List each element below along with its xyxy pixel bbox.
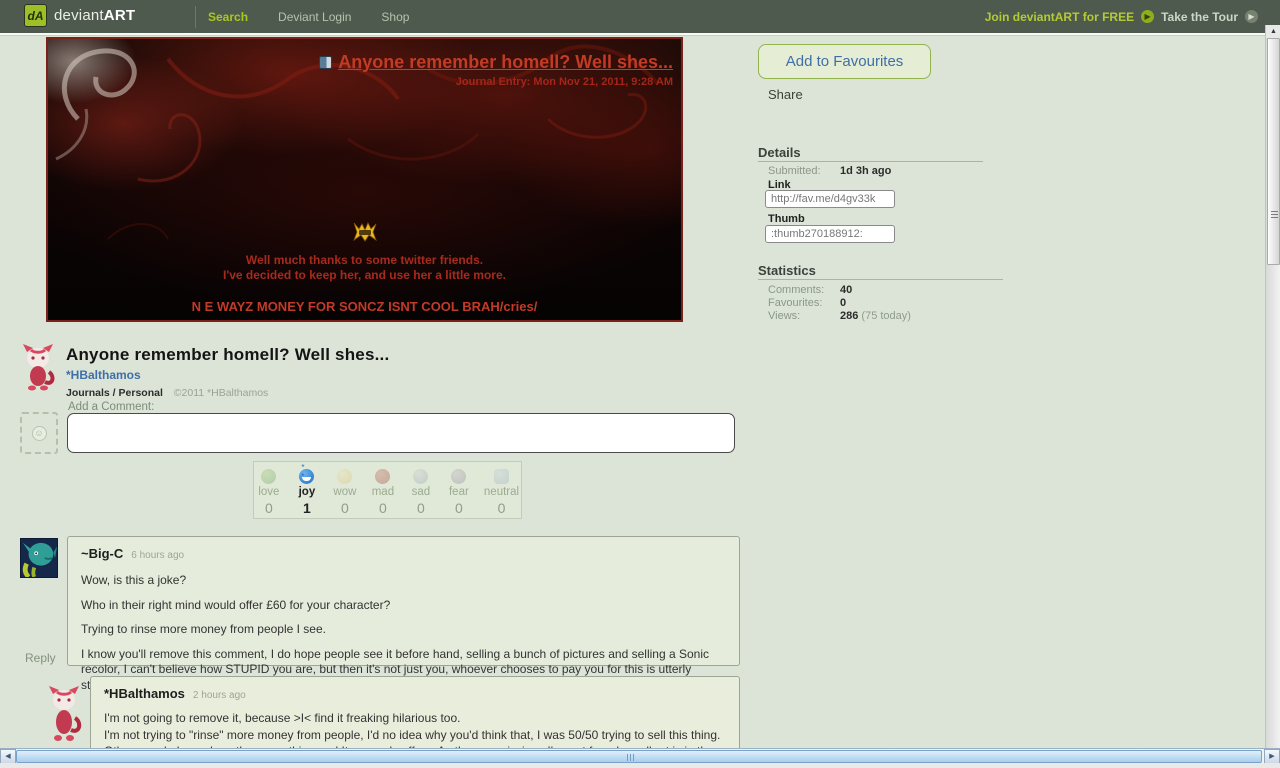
neutral-emote-icon — [494, 469, 509, 484]
header-divider — [0, 33, 1280, 36]
header-nav: Search Deviant Login Shop — [195, 0, 439, 33]
journal-date: Journal Entry: Mon Nov 21, 2011, 9:28 AM — [319, 76, 673, 88]
journal-line: Well much thanks to some twitter friends… — [48, 253, 681, 268]
deviation-info: Anyone remember homell? Well shes... *HB… — [66, 345, 389, 399]
mood-mad[interactable]: mad 0 — [370, 469, 396, 518]
deviantart-logo-icon: dA — [24, 4, 47, 27]
tour-arrow-icon: ▶ — [1245, 10, 1258, 23]
vertical-scroll-thumb[interactable] — [1267, 38, 1280, 265]
comment-paragraph: Trying to rinse more money from people I… — [81, 622, 726, 638]
horizontal-scroll-thumb[interactable] — [16, 750, 1262, 763]
scroll-grip-icon — [627, 754, 634, 761]
wow-emote-icon — [337, 469, 352, 484]
bottom-status-strip — [0, 763, 1280, 768]
statistics-heading: Statistics — [758, 263, 816, 278]
comments-stat-label: Comments: — [768, 284, 824, 296]
link-field[interactable] — [765, 190, 895, 208]
deviation-title: Anyone remember homell? Well shes... — [66, 345, 389, 365]
submitted-value: 1d 3h ago — [840, 165, 891, 177]
smiley-placeholder-icon: ☺ — [32, 426, 47, 441]
nav-divider — [195, 6, 196, 28]
scroll-left-arrow-icon[interactable]: ◀ — [0, 749, 16, 764]
commenter-avatar[interactable] — [20, 538, 58, 578]
journal-panel: Anyone remember homell? Well shes... Jou… — [46, 37, 683, 322]
deviantart-logo-text: deviantART — [54, 7, 135, 24]
scroll-grip-icon — [1271, 211, 1278, 220]
details-divider — [758, 161, 983, 162]
comment-line: I'm not going to remove it, because >I< … — [104, 711, 726, 727]
comment-timestamp: 2 hours ago — [193, 690, 246, 701]
nav-deviant-login[interactable]: Deviant Login — [278, 10, 351, 24]
comments-stat-value: 40 — [840, 284, 852, 296]
submitted-label: Submitted: — [768, 165, 821, 177]
mood-fear[interactable]: fear 0 — [446, 469, 472, 518]
add-comment-label: Add a Comment: — [68, 401, 154, 413]
explosion-emote-icon — [352, 222, 378, 242]
vertical-scrollbar[interactable]: ▲ — [1265, 25, 1280, 748]
statistics-divider — [758, 279, 1003, 280]
mood-neutral[interactable]: neutral 0 — [484, 469, 519, 518]
thumb-field[interactable] — [765, 225, 895, 243]
journal-line: N E WAYZ MONEY FOR SONCZ ISNT COOL BRAH/… — [48, 299, 681, 315]
mood-bar: love 0 joy 1 wow 0 mad 0 sad 0 fear 0 ne… — [253, 461, 522, 519]
love-emote-icon — [261, 469, 276, 484]
mad-emote-icon — [375, 469, 390, 484]
mood-joy[interactable]: joy 1 — [294, 469, 320, 518]
deviantart-logo[interactable]: dA deviantART — [24, 4, 135, 27]
journal-title-link[interactable]: Anyone remember homell? Well shes... — [338, 52, 673, 73]
deviation-category[interactable]: Journals / Personal — [66, 387, 163, 399]
join-deviantart-link[interactable]: Join deviantART for FREE — [985, 10, 1134, 24]
thumb-label: Thumb — [768, 213, 805, 225]
mood-love[interactable]: love 0 — [256, 469, 282, 518]
scroll-right-arrow-icon[interactable]: ▶ — [1264, 749, 1280, 764]
deviation-copyright: ©2011 *HBalthamos — [174, 387, 269, 399]
comment: ~Big-C 6 hours ago Wow, is this a joke? … — [67, 536, 740, 666]
views-stat-label: Views: — [768, 310, 800, 322]
add-to-favourites-button[interactable]: Add to Favourites — [758, 44, 931, 79]
deviation-author-link[interactable]: *HBalthamos — [66, 368, 141, 382]
journal-header: Anyone remember homell? Well shes... Jou… — [319, 52, 673, 88]
nav-search[interactable]: Search — [208, 10, 248, 24]
favourites-stat-label: Favourites: — [768, 297, 822, 309]
share-link[interactable]: Share — [768, 87, 803, 102]
fear-emote-icon — [451, 469, 466, 484]
horizontal-scrollbar[interactable]: ◀ ▶ — [0, 748, 1280, 763]
journal-body: Well much thanks to some twitter friends… — [48, 222, 681, 322]
views-today-extra: (75 today) — [861, 310, 911, 322]
comment-author-link[interactable]: ~Big-C — [81, 546, 123, 561]
journal-line: I've decided to keep her, and use her a … — [48, 268, 681, 283]
comment-input[interactable] — [67, 413, 735, 453]
comment-author-link[interactable]: *HBalthamos — [104, 686, 185, 701]
comment-paragraph: Wow, is this a joke? — [81, 573, 726, 589]
comment-paragraph: Who in their right mind would offer £60 … — [81, 598, 726, 614]
reply-author-avatar[interactable] — [44, 686, 84, 746]
joy-emote-icon — [299, 469, 314, 484]
mood-wow[interactable]: wow 0 — [332, 469, 358, 518]
header-right: Join deviantART for FREE ▶ Take the Tour… — [985, 0, 1258, 33]
journal-book-icon — [319, 56, 332, 69]
take-the-tour-link[interactable]: Take the Tour — [1161, 10, 1238, 24]
sad-emote-icon — [413, 469, 428, 484]
favourites-stat-value: 0 — [840, 297, 846, 309]
author-avatar[interactable] — [19, 344, 57, 391]
comment-timestamp: 6 hours ago — [131, 550, 184, 561]
join-arrow-icon: ▶ — [1141, 10, 1154, 23]
reply-link[interactable]: Reply — [25, 651, 56, 665]
mood-sad[interactable]: sad 0 — [408, 469, 434, 518]
scroll-up-arrow-icon[interactable]: ▲ — [1266, 25, 1280, 38]
views-stat-value: 286 (75 today) — [840, 310, 911, 322]
nav-shop[interactable]: Shop — [381, 10, 409, 24]
details-heading: Details — [758, 145, 801, 160]
anonymous-avatar-placeholder: ☺ — [20, 412, 58, 454]
site-header: dA deviantART Search Deviant Login Shop … — [0, 0, 1280, 33]
